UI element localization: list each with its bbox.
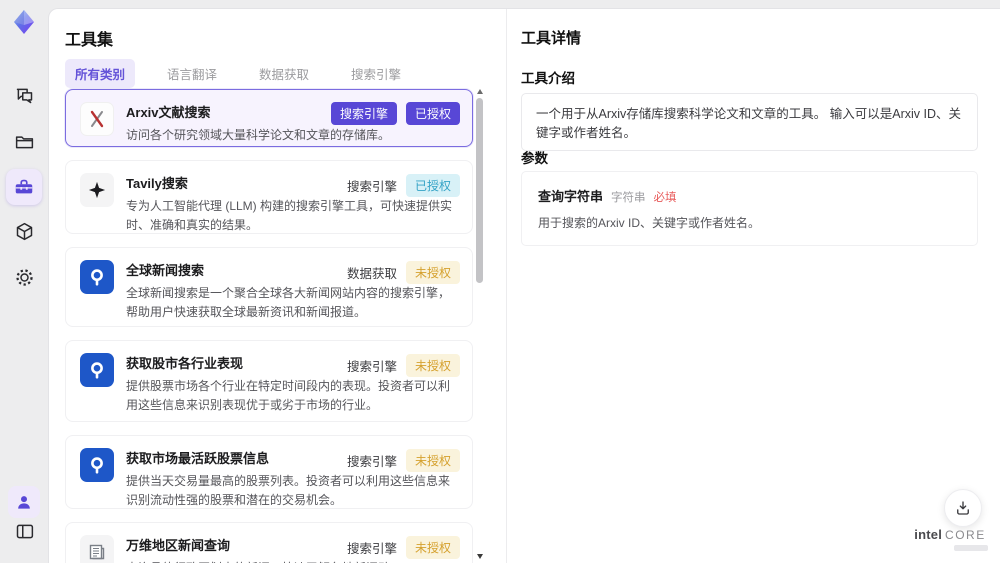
- tool-list-scrollbar[interactable]: [475, 89, 485, 559]
- tool-intro-box: 一个用于从Arxiv存储库搜索科学论文和文章的工具。 输入可以是Arxiv ID…: [521, 93, 978, 151]
- param-name: 查询字符串: [538, 189, 604, 204]
- category-badge: 搜索引擎: [330, 102, 397, 125]
- panel-toggle-icon: [16, 524, 33, 538]
- column-divider: [506, 9, 507, 563]
- gear-icon: [15, 268, 33, 286]
- auth-status-badge: 已授权: [405, 174, 460, 197]
- tool-card-regional-news[interactable]: 万维地区新闻查询 查询具体行政区划内的新闻，快速了解各地新闻动 搜索引擎 未授权: [65, 522, 473, 563]
- download-icon: [957, 501, 969, 515]
- tool-desc: 提供当天交易量最高的股票列表。投资者可以利用这些信息来识别流动性强的股票和潜在的…: [126, 474, 451, 507]
- tool-card-arxiv[interactable]: Arxiv文献搜索 访问各个研究领域大量科学论文和文章的存储库。 搜索引擎 已授…: [65, 89, 473, 147]
- auth-status-badge: 已授权: [405, 102, 460, 125]
- sidebar-item-tools[interactable]: [6, 169, 42, 205]
- page-title: 工具集: [65, 32, 114, 49]
- brand-intel-text: intel: [914, 527, 943, 542]
- sidebar-item-profile[interactable]: [8, 486, 40, 518]
- blue-q-logo-icon: [80, 260, 114, 294]
- category-label: 搜索引擎: [346, 360, 397, 374]
- tool-list: Arxiv文献搜索 访问各个研究领域大量科学论文和文章的存储库。 搜索引擎 已授…: [65, 89, 473, 563]
- auth-status-badge: 未授权: [405, 354, 460, 377]
- blue-q-logo-icon: [80, 448, 114, 482]
- tab-language-translation[interactable]: 语言翻译: [157, 59, 227, 88]
- chat-icon: [16, 88, 32, 103]
- sparkle-star-icon: [80, 173, 114, 207]
- category-label: 数据获取: [346, 267, 397, 281]
- download-button[interactable]: [944, 489, 982, 527]
- folder-icon: [15, 135, 33, 148]
- auth-status-badge: 未授权: [405, 261, 460, 284]
- toolbox-icon: [15, 179, 33, 194]
- auth-status-badge: 未授权: [405, 449, 460, 472]
- main-panel: 工具集 所有类别 语言翻译 数据获取 搜索引擎 Arxiv文献搜索 访问各个研究…: [48, 8, 1000, 563]
- tool-desc: 提供股票市场各个行业在特定时间段内的表现。投资者可以利用这些信息来识别表现优于或…: [126, 379, 451, 412]
- sidebar-item-panel-toggle[interactable]: [13, 520, 35, 542]
- detail-title: 工具详情: [521, 30, 582, 47]
- blue-q-logo-icon: [80, 353, 114, 387]
- tab-data-fetch[interactable]: 数据获取: [249, 59, 319, 88]
- sidebar-item-settings[interactable]: [13, 266, 35, 288]
- category-tabs: 所有类别 语言翻译 数据获取 搜索引擎: [65, 59, 411, 88]
- param-desc: 用于搜索的Arxiv ID、关键字或作者姓名。: [538, 216, 761, 230]
- tool-card-tavily[interactable]: Tavily搜索 专为人工智能代理 (LLM) 构建的搜索引擎工具，可快速提供实…: [65, 160, 473, 234]
- app-sidebar: [0, 0, 48, 563]
- sidebar-item-models[interactable]: [13, 220, 35, 242]
- category-label: 搜索引擎: [346, 455, 397, 469]
- intro-heading: 工具介绍: [521, 71, 575, 86]
- newspaper-icon: [80, 535, 114, 563]
- sidebar-item-files[interactable]: [13, 130, 35, 152]
- tool-desc: 专为人工智能代理 (LLM) 构建的搜索引擎工具，可快速提供实时、准确和真实的结…: [126, 199, 453, 232]
- param-required-flag: 必填: [653, 192, 677, 204]
- category-label: 搜索引擎: [346, 542, 397, 556]
- scroll-down-arrow-icon[interactable]: [477, 554, 483, 559]
- arxiv-logo-icon: [80, 102, 114, 136]
- app-logo-icon[interactable]: [10, 8, 38, 36]
- tool-card-global-news[interactable]: 全球新闻搜索 全球新闻搜索是一个聚合全球各大新闻网站内容的搜索引擎，帮助用户快速…: [65, 247, 473, 327]
- brand-subtag: [954, 545, 988, 551]
- intel-core-logo: intel CORE: [912, 527, 988, 551]
- scroll-up-arrow-icon[interactable]: [477, 89, 483, 94]
- tool-card-stock-sectors[interactable]: 获取股市各行业表现 提供股票市场各个行业在特定时间段内的表现。投资者可以利用这些…: [65, 340, 473, 422]
- tab-all-categories[interactable]: 所有类别: [65, 59, 136, 88]
- cube-icon: [16, 222, 32, 240]
- category-label: 搜索引擎: [346, 180, 397, 194]
- tool-desc: 访问各个研究领域大量科学论文和文章的存储库。: [126, 128, 391, 142]
- parameter-box: 查询字符串 字符串 必填 用于搜索的Arxiv ID、关键字或作者姓名。: [521, 171, 978, 246]
- params-heading: 参数: [521, 151, 548, 166]
- tool-desc: 全球新闻搜索是一个聚合全球各大新闻网站内容的搜索引擎，帮助用户快速获取全球最新资…: [126, 286, 451, 319]
- brand-core-text: CORE: [945, 528, 986, 542]
- param-type: 字符串: [611, 192, 646, 204]
- tool-detail-panel: 工具详情 工具介绍 一个用于从Arxiv存储库搜索科学论文和文章的工具。 输入可…: [521, 9, 1000, 563]
- scrollbar-thumb[interactable]: [476, 98, 483, 283]
- sidebar-item-chat[interactable]: [13, 84, 35, 106]
- user-icon: [18, 496, 30, 509]
- auth-status-badge: 未授权: [405, 536, 460, 559]
- tab-search-engine[interactable]: 搜索引擎: [341, 59, 411, 88]
- tool-card-active-stocks[interactable]: 获取市场最活跃股票信息 提供当天交易量最高的股票列表。投资者可以利用这些信息来识…: [65, 435, 473, 509]
